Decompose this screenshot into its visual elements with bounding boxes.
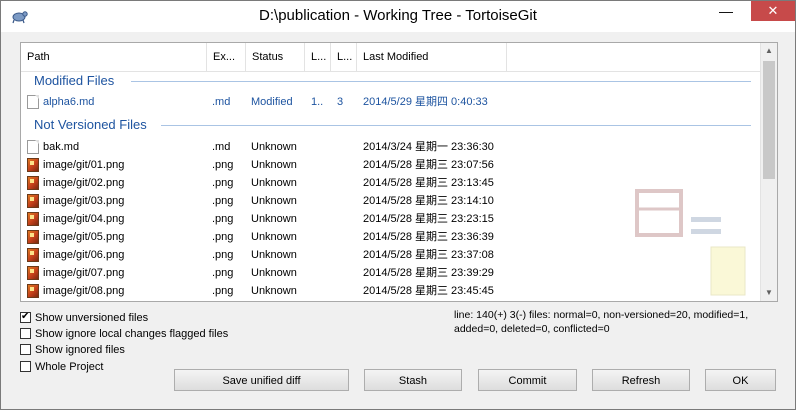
file-path: image/git/04.png [43, 213, 125, 225]
column-header-path[interactable]: Path [21, 43, 207, 71]
column-header-status[interactable]: Status [246, 43, 305, 71]
file-status: Unknown [251, 195, 297, 207]
file-status: Unknown [251, 159, 297, 171]
table-row[interactable] [21, 300, 761, 301]
last-modified: 2014/5/28 星期三 23:23:15 [363, 213, 494, 225]
scroll-up-icon[interactable]: ▲ [761, 43, 777, 59]
image-file-icon [27, 284, 39, 298]
minimize-button[interactable]: — [713, 1, 739, 21]
column-header-lines-added[interactable]: L... [305, 43, 331, 71]
file-path: image/git/01.png [43, 159, 125, 171]
file-status: Unknown [251, 213, 297, 225]
close-button[interactable]: ✕ [751, 1, 795, 21]
image-file-icon [27, 266, 39, 280]
group-header-not-versioned: Not Versioned Files [34, 117, 147, 132]
file-extension: .png [212, 159, 234, 171]
file-extension: .png [212, 285, 234, 297]
file-extension: .png [212, 195, 234, 207]
table-row[interactable]: bak.md .md Unknown 2014/3/24 星期一 23:36:3… [21, 138, 761, 156]
group-divider [131, 81, 751, 82]
lines-added: 1.. [311, 96, 324, 108]
file-list[interactable]: Path Ex... Status L... L... Last Modifie… [20, 42, 778, 302]
file-path: alpha6.md [43, 96, 95, 108]
column-header-extension[interactable]: Ex... [207, 43, 246, 71]
checkbox-label: Show ignored files [35, 344, 125, 356]
table-row[interactable]: alpha6.md .md Modified 1.. 3 2014/5/29 星… [21, 93, 761, 111]
last-modified: 2014/5/28 星期三 23:36:39 [363, 231, 494, 243]
checkbox-unchecked-icon[interactable] [20, 361, 31, 372]
list-header: Path Ex... Status L... L... Last Modifie… [21, 43, 761, 72]
status-summary: line: 140(+) 3(-) files: normal=0, non-v… [454, 309, 749, 335]
last-modified: 2014/5/28 星期三 23:14:10 [363, 195, 494, 207]
last-modified: 2014/5/28 星期三 23:13:45 [363, 177, 494, 189]
file-status: Unknown [251, 231, 297, 243]
checkbox-checked-icon[interactable] [20, 310, 31, 324]
column-header-last-modified[interactable]: Last Modified [357, 43, 507, 71]
checkbox-unchecked-icon[interactable] [20, 328, 31, 339]
commit-button[interactable]: Commit [478, 369, 577, 391]
table-row[interactable]: image/git/01.png .png Unknown 2014/5/28 … [21, 156, 761, 174]
file-extension: .png [212, 213, 234, 225]
last-modified: 2014/5/28 星期三 23:45:45 [363, 285, 494, 297]
group-divider [161, 125, 751, 126]
ok-button[interactable]: OK [705, 369, 776, 391]
image-file-icon [27, 176, 39, 190]
file-extension: .png [212, 267, 234, 279]
file-status: Unknown [251, 177, 297, 189]
last-modified: 2014/5/28 星期三 23:07:56 [363, 159, 494, 171]
file-path: image/git/07.png [43, 267, 125, 279]
image-file-icon [27, 212, 39, 226]
document-icon [27, 140, 39, 154]
file-extension: .png [212, 177, 234, 189]
file-extension: .png [212, 231, 234, 243]
image-file-icon [27, 194, 39, 208]
file-status: Unknown [251, 285, 297, 297]
vertical-scrollbar[interactable]: ▲ ▼ [760, 43, 777, 301]
file-status: Modified [251, 96, 293, 108]
image-file-icon [27, 248, 39, 262]
scrollbar-thumb[interactable] [763, 61, 775, 179]
window-title: D:\publication - Working Tree - Tortoise… [259, 7, 537, 24]
column-header-lines-removed[interactable]: L... [331, 43, 357, 71]
title-bar: D:\publication - Working Tree - Tortoise… [1, 1, 795, 32]
image-file-icon [27, 158, 39, 172]
file-path: image/git/08.png [43, 285, 125, 297]
file-extension: .md [212, 141, 231, 153]
checkbox-label: Whole Project [35, 361, 104, 373]
checkbox-unchecked-icon[interactable] [20, 344, 31, 355]
file-path: image/git/06.png [43, 249, 125, 261]
file-status: Unknown [251, 141, 297, 153]
group-header-modified: Modified Files [34, 73, 115, 88]
file-path: bak.md [43, 141, 80, 153]
file-path: image/git/03.png [43, 195, 125, 207]
save-unified-diff-button[interactable]: Save unified diff [174, 369, 349, 391]
file-path: image/git/02.png [43, 177, 125, 189]
file-extension: .png [212, 249, 234, 261]
checkbox-label: Show ignore local changes flagged files [35, 328, 229, 340]
last-modified: 2014/5/29 星期四 0:40:33 [363, 96, 488, 108]
last-modified: 2014/5/28 星期三 23:39:29 [363, 267, 494, 279]
last-modified: 2014/5/28 星期三 23:37:08 [363, 249, 494, 261]
file-status: Unknown [251, 249, 297, 261]
stash-button[interactable]: Stash [364, 369, 462, 391]
file-path: image/git/05.png [43, 231, 125, 243]
refresh-button[interactable]: Refresh [592, 369, 690, 391]
scroll-down-icon[interactable]: ▼ [761, 285, 777, 301]
file-extension: .md [212, 96, 231, 108]
last-modified: 2014/3/24 星期一 23:36:30 [363, 141, 494, 153]
image-file-icon [27, 230, 39, 244]
lines-removed: 3 [337, 96, 344, 108]
file-status: Unknown [251, 267, 297, 279]
tortoisegit-window: D:\publication - Working Tree - Tortoise… [0, 0, 796, 410]
diff-watermark-icon [635, 189, 755, 300]
checkbox-label: Show unversioned files [35, 312, 149, 324]
document-icon [27, 95, 39, 109]
